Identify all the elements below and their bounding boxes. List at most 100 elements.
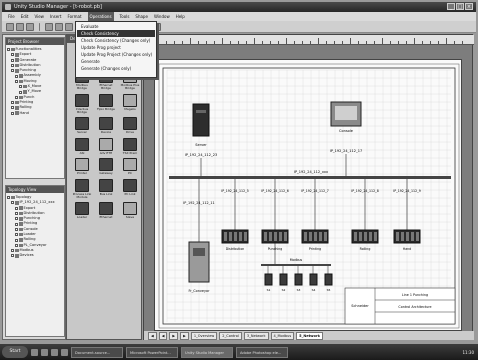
quick-launch-icon[interactable] [61,348,68,356]
menu-file[interactable]: File [8,12,15,21]
menu-edit[interactable]: Edit [21,12,29,21]
expander-icon[interactable] [11,111,14,115]
expander-icon[interactable] [11,64,14,68]
sheet-tab[interactable]: 2_Control [219,331,242,340]
sheet-tab[interactable]: 4_Modbus [270,331,295,340]
copy-icon[interactable] [65,23,73,31]
expander-icon[interactable] [15,243,18,247]
palette-item[interactable]: TSX Prem [119,137,141,155]
taskbar-task[interactable]: Adobe Photoshop ele... [236,346,288,358]
palette-item[interactable]: Printer [71,158,93,175]
ruler-tick [462,41,463,44]
save-icon[interactable] [26,23,34,31]
ruler-tick [334,41,335,44]
palette-item[interactable]: Loader [71,202,93,219]
start-button[interactable]: Start [2,346,28,358]
operations-menu-item[interactable]: Evaluate [77,23,155,30]
sheet-tab[interactable]: 3_Network [243,331,269,340]
tab-scroll-button[interactable]: ◀ [148,331,157,340]
taskbar-task[interactable]: Microsoft PowerPoint... [126,346,178,358]
taskbar-task[interactable]: Unity Studio Manager [181,346,233,358]
drive-ip: IP_192_24_112_11 [183,201,214,205]
folder-icon [15,254,19,258]
palette-item[interactable]: Ethernet [95,202,117,219]
io-slave-icon [294,273,303,286]
expander-icon[interactable] [11,101,14,105]
operations-menu-item[interactable]: Check Consistency (Changes only) [77,37,155,44]
expander-icon[interactable] [15,206,18,210]
quick-launch-icon[interactable] [31,348,38,356]
taskbar-task[interactable]: Document-source... [71,346,123,358]
menu-operations[interactable]: Operations [87,12,114,21]
menu-insert[interactable]: Insert [50,12,61,21]
palette-item[interactable]: Fipio Bridge [95,93,117,115]
ethernet-bus [169,176,451,179]
quick-launch-icon[interactable] [41,348,48,356]
palette-item[interactable]: Server [71,117,93,134]
palette-item[interactable]: PC Link [119,178,141,200]
expander-icon[interactable] [19,85,22,89]
expander-icon[interactable] [11,69,14,73]
expander-icon[interactable] [15,74,18,78]
cut-icon[interactable] [55,23,63,31]
palette-item[interactable]: Adv ETH [95,137,117,155]
expander-icon[interactable] [11,254,14,258]
expander-icon[interactable] [15,238,18,242]
expander-icon[interactable] [19,90,22,94]
expander-icon[interactable] [15,217,18,221]
expander-icon[interactable] [15,79,18,83]
expander-icon[interactable] [11,58,14,62]
palette-item[interactable]: Bus Link [95,178,117,200]
palette-item[interactable]: Magelis [119,93,141,115]
device-icon [123,202,137,216]
menu-shape[interactable]: Shape [135,12,148,21]
expander-icon[interactable] [15,222,18,226]
tab-scroll-button[interactable]: ▶ [169,331,179,340]
project-tree-node[interactable]: Hand [7,111,63,116]
expander-icon[interactable] [7,196,10,200]
print-icon[interactable] [45,23,53,31]
open-folder-icon[interactable] [16,23,24,31]
palette-item[interactable]: ASI [71,137,93,155]
expander-icon[interactable] [11,53,14,57]
maximize-button[interactable]: □ [456,3,464,10]
menu-help[interactable]: Help [176,12,185,21]
palette-item-label: Device [100,130,112,135]
tab-scroll-button[interactable]: ◀ [158,331,168,340]
window-titlebar[interactable]: Unity Studio Manager - [t-robot.pb] _ □ … [2,2,476,12]
expander-icon[interactable] [11,249,14,253]
sheet-tab[interactable]: 1_Overview [190,331,218,340]
menu-window[interactable]: Window [154,12,170,21]
sheet-tab[interactable]: 5_Network [296,331,323,340]
palette-item[interactable]: Drive [119,117,141,134]
menu-format[interactable]: Format [67,12,81,21]
operations-menu-item[interactable]: Update Prog Project (Changes only) [77,51,155,58]
topology-tree-node[interactable]: Devices [7,253,63,258]
palette-item[interactable]: Device [95,117,117,134]
palette-item[interactable]: PC [119,158,141,175]
menu-tools[interactable]: Tools [120,12,130,21]
station-ip: IP_192_24_112_6 [261,189,289,193]
drawing-page[interactable]: Server IP_192_24_112_23 Console IP_192_24_1… [154,59,462,331]
operations-menu-item[interactable]: Check Consistency [77,30,155,37]
palette-item[interactable]: Gateway [95,158,117,175]
close-button[interactable]: × [465,3,473,10]
expander-icon[interactable] [11,201,14,205]
expander-icon[interactable] [15,227,18,231]
minimize-button[interactable]: _ [447,3,455,10]
expander-icon[interactable] [15,95,18,99]
operations-menu-item[interactable]: Generate (Changes only) [77,65,155,72]
expander-icon[interactable] [7,48,10,52]
tab-scroll-button[interactable]: ▶ [180,331,189,340]
new-file-icon[interactable] [6,23,14,31]
operations-menu-item[interactable]: Update Prog project [77,44,155,51]
quick-launch-icon[interactable] [51,348,58,356]
menu-view[interactable]: View [34,12,44,21]
palette-item[interactable]: Slave [119,202,141,219]
operations-menu-item[interactable]: Generate [77,58,155,65]
palette-item[interactable]: Process Link Module [71,178,93,200]
palette-item[interactable]: Interbus Bridge [71,93,93,115]
expander-icon[interactable] [15,212,18,216]
expander-icon[interactable] [11,106,14,110]
expander-icon[interactable] [15,233,18,237]
